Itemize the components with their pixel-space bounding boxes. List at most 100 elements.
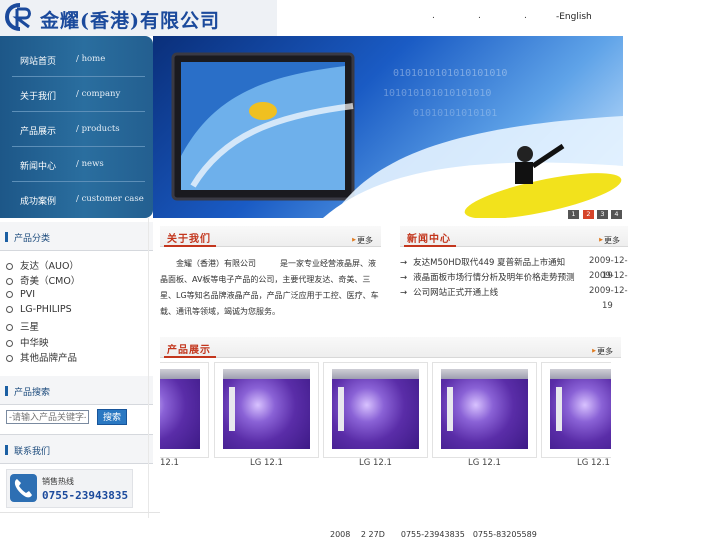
arrow-right-icon: → [400, 258, 408, 268]
product-card[interactable] [432, 362, 537, 458]
news-title: 新闻中心 [407, 234, 451, 245]
product-label[interactable]: LG 12.1 [250, 458, 283, 468]
svg-text:01010101010101: 01010101010101 [413, 108, 497, 119]
nav-item-sublabel: / news [76, 159, 104, 169]
nav-item-products[interactable]: 产品展示 / products [12, 112, 145, 147]
brand-label: 友达（AUO） [20, 261, 79, 272]
news-date-tail: 19 [602, 301, 613, 311]
english-link[interactable]: -English [556, 12, 592, 22]
nav-item-label: 关于我们 [20, 92, 57, 102]
hotline-label: 销售热线 [42, 477, 74, 486]
product-card[interactable] [323, 362, 428, 458]
bullet-icon [6, 263, 13, 270]
brand-item-lg-philips[interactable]: LG-PHILIPS [6, 304, 72, 315]
about-title: 关于我们 [167, 234, 211, 245]
news-section-header: 新闻中心 更多 [400, 226, 628, 247]
top-link-2[interactable]: . [478, 11, 481, 21]
news-more-link[interactable]: 更多 [599, 235, 620, 246]
section-bar-icon [5, 386, 8, 396]
brand-item-pvi[interactable]: PVI [6, 289, 35, 300]
brand-item-cmo[interactable]: 奇美（CMO） [6, 273, 80, 287]
nav-item-home[interactable]: 网站首页 / home [12, 42, 145, 77]
brand-label: 三星 [20, 322, 40, 333]
logo-mark-icon [5, 3, 31, 31]
bullet-icon [6, 278, 13, 285]
products-section-header: 产品展示 更多 [160, 337, 621, 358]
banner-image: 0101010101010101010 101010101010101010 0… [153, 36, 623, 218]
product-image [160, 369, 200, 449]
column-divider [148, 218, 149, 518]
bullet-icon [6, 355, 13, 362]
nav-item-sublabel: / home [76, 54, 106, 64]
nav-item-sublabel: / customer case [76, 194, 144, 204]
footer-text: 2008 2 27D 0755-23943835 0755-83205589 [330, 530, 537, 539]
product-label[interactable]: 12.1 [160, 458, 179, 468]
product-label[interactable]: LG 12.1 [468, 458, 501, 468]
about-more-link[interactable]: 更多 [352, 235, 373, 246]
product-label[interactable]: LG 12.1 [577, 458, 610, 468]
nav-item-customer-case[interactable]: 成功案例 / customer case [12, 182, 145, 216]
nav-item-label: 网站首页 [20, 57, 57, 67]
search-input[interactable] [6, 410, 89, 424]
search-title: 产品搜索 [14, 388, 51, 398]
product-carousel [160, 358, 611, 470]
company-logo[interactable]: 金耀(香港)有限公司 [0, 0, 277, 36]
brand-label: PVI [20, 289, 36, 300]
banner-page-2[interactable]: 2 [583, 210, 594, 219]
banner-page-4[interactable]: 4 [611, 210, 622, 219]
news-item-title: 友达M50HD取代449 夏普新品上市通知 [413, 258, 566, 268]
product-card[interactable] [160, 362, 209, 458]
brand-item-samsung[interactable]: 三星 [6, 319, 39, 333]
top-link-1[interactable]: . [432, 11, 435, 21]
products-more-link[interactable]: 更多 [592, 346, 613, 357]
phone-icon [10, 474, 37, 502]
section-bar-icon [5, 232, 8, 242]
title-underline [404, 245, 456, 247]
nav-item-sublabel: / products [76, 124, 120, 134]
news-item[interactable]: → 公司网站正式开通上线 [400, 286, 498, 298]
about-text: 金耀（香港）有限公司 是一家专业经营液晶屏、液晶面板、AV板等电子产品的公司，主… [160, 259, 379, 316]
news-item-title: 液晶面板市场行情分析及明年价格走势预测 [413, 273, 575, 283]
products-title: 产品展示 [167, 345, 211, 356]
nav-item-label: 产品展示 [20, 127, 57, 137]
nav-item-label: 成功案例 [20, 197, 57, 207]
top-link-3[interactable]: . [524, 11, 527, 21]
news-date: 2009-12- [589, 256, 628, 266]
product-image [550, 369, 611, 449]
brand-item-cpt[interactable]: 中华映 [6, 335, 49, 349]
brand-label: LG-PHILIPS [20, 304, 72, 315]
news-date: 2009-12- [589, 286, 628, 296]
contact-section-header: 联系我们 [0, 434, 153, 464]
banner-page-3[interactable]: 3 [597, 210, 608, 219]
product-card[interactable] [214, 362, 319, 458]
hotline-number: 0755-23943835 [42, 489, 129, 502]
hotline-banner: 销售热线 0755-23943835 [6, 469, 133, 508]
brand-item-auo[interactable]: 友达（AUO） [6, 258, 79, 272]
nav-item-company[interactable]: 关于我们 / company [12, 77, 145, 112]
search-button[interactable]: 搜索 [97, 409, 127, 425]
brand-label: 奇美（CMO） [20, 276, 81, 287]
section-bar-icon [5, 445, 8, 455]
news-item-title: 公司网站正式开通上线 [413, 288, 499, 298]
brand-item-other[interactable]: 其他品牌产品 [6, 350, 77, 364]
company-name: 金耀(香港)有限公司 [40, 10, 220, 32]
arrow-right-icon: → [400, 273, 408, 283]
banner-page-1[interactable]: 1 [568, 210, 579, 219]
news-item[interactable]: → 液晶面板市场行情分析及明年价格走势预测 [400, 271, 575, 283]
nav-item-label: 新闻中心 [20, 162, 57, 172]
product-image [441, 369, 528, 449]
category-section-header: 产品分类 [0, 222, 153, 251]
sidebar-divider [0, 512, 160, 513]
news-item[interactable]: → 友达M50HD取代449 夏普新品上市通知 [400, 256, 565, 268]
svg-text:0101010101010101010: 0101010101010101010 [393, 68, 507, 79]
product-card[interactable] [541, 362, 611, 458]
main-nav: 网站首页 / home 关于我们 / company 产品展示 / produc… [0, 36, 153, 218]
product-image [332, 369, 419, 449]
category-title: 产品分类 [14, 234, 51, 244]
about-section-header: 关于我们 更多 [160, 226, 381, 247]
nav-item-news[interactable]: 新闻中心 / news [12, 147, 145, 182]
product-label[interactable]: LG 12.1 [359, 458, 392, 468]
bullet-icon [6, 340, 13, 347]
svg-text:101010101010101010: 101010101010101010 [383, 88, 491, 99]
nav-item-sublabel: / company [76, 89, 121, 99]
